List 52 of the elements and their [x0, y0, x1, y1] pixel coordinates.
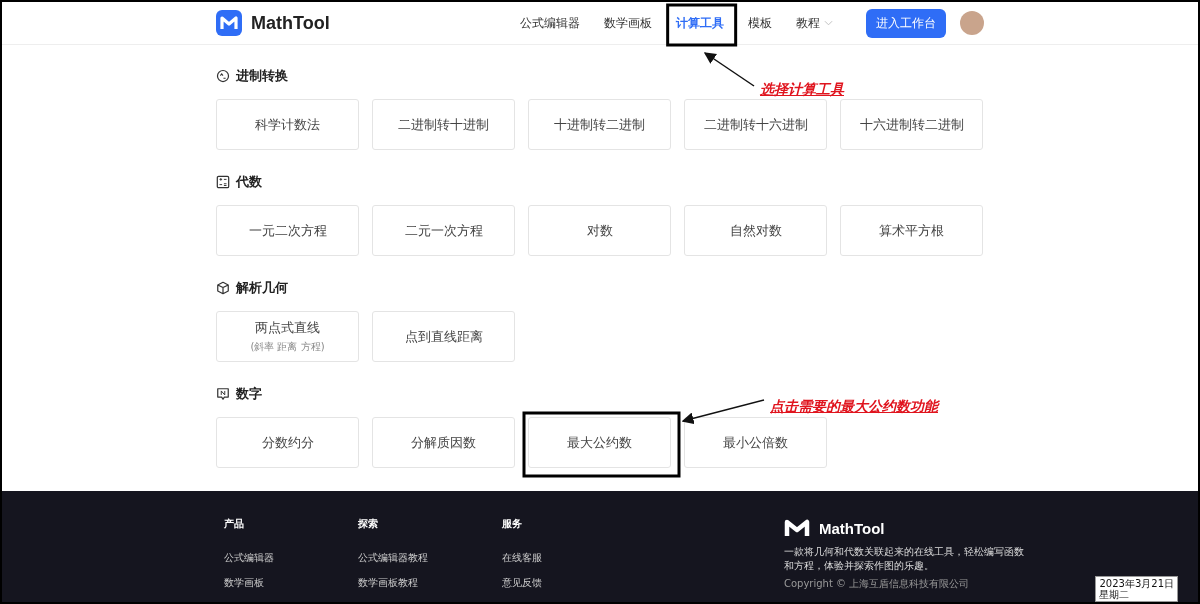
- tool-card[interactable]: 一元二次方程: [216, 205, 359, 256]
- logo-icon: [216, 10, 242, 36]
- footer-link[interactable]: 公式编辑器教程: [358, 551, 494, 565]
- section-title: 数字: [236, 385, 262, 403]
- caret-icon: [823, 20, 833, 26]
- calculator-icon: [216, 175, 230, 189]
- footer-link[interactable]: 意见反馈: [502, 576, 628, 590]
- tool-card[interactable]: 分数约分: [216, 417, 359, 468]
- chat-bubble-icon: [216, 387, 230, 401]
- nav-tab[interactable]: 计算工具: [675, 14, 724, 32]
- footer-heading: 探索: [358, 517, 379, 531]
- annotation-text: 选择计算工具: [760, 81, 844, 98]
- tool-card[interactable]: 科学计数法: [216, 99, 359, 150]
- copyright-text: Copyright © 上海互盾信息科技有限公司: [784, 577, 971, 591]
- footer-link[interactable]: 数学画板教程: [358, 576, 494, 590]
- footer-link[interactable]: 在线客服: [502, 551, 628, 565]
- tool-card[interactable]: 二进制转十六进制: [684, 99, 827, 150]
- footer-heading: 产品: [224, 517, 245, 531]
- workspace-button[interactable]: 进入工作台: [866, 8, 946, 38]
- tool-card[interactable]: 二进制转十进制: [372, 99, 515, 150]
- section-title: 解析几何: [236, 279, 288, 297]
- cube-icon: [216, 281, 230, 295]
- footer-heading: 服务: [502, 517, 523, 531]
- tool-card[interactable]: 十进制转二进制: [528, 99, 671, 150]
- nav-tab[interactable]: 数学画板: [603, 14, 652, 32]
- tool-card[interactable]: 点到直线距离: [372, 311, 515, 362]
- nav-tab[interactable]: 公式编辑器: [519, 14, 580, 32]
- brand-name: MathTool: [251, 12, 330, 34]
- tool-card[interactable]: 对数: [528, 205, 671, 256]
- footer-description: 一款将几何和代数关联起来的在线工具，轻松编写函数和方程，体验并探索作图的乐趣。: [784, 545, 1024, 573]
- annotation-text: 点击需要的最大公约数功能: [770, 398, 938, 415]
- avatar[interactable]: [960, 11, 984, 35]
- footer-link[interactable]: 数学画板: [224, 576, 350, 590]
- taskbar-clock[interactable]: 2023年3月21日 星期二: [1095, 576, 1178, 602]
- tool-card[interactable]: 最小公倍数: [684, 417, 827, 468]
- cycle-icon: [216, 69, 230, 83]
- nav-tab[interactable]: 模板: [747, 14, 772, 32]
- brand-name: MathTool: [819, 519, 885, 537]
- nav-tab[interactable]: 教程: [795, 14, 833, 32]
- tool-card[interactable]: 十六进制转二进制: [840, 99, 983, 150]
- tool-card[interactable]: 算术平方根: [840, 205, 983, 256]
- tool-card[interactable]: 两点式直线 (斜率 距离 方程): [216, 311, 359, 362]
- section-title: 代数: [236, 173, 262, 191]
- tool-card[interactable]: 分解质因数: [372, 417, 515, 468]
- tool-card[interactable]: 自然对数: [684, 205, 827, 256]
- tool-card[interactable]: 二元一次方程: [372, 205, 515, 256]
- footer-link[interactable]: 公式编辑器: [224, 551, 350, 565]
- highlight-frame: [666, 3, 738, 47]
- tool-card[interactable]: 最大公约数: [528, 417, 671, 468]
- logo-icon: [784, 517, 810, 539]
- section-title: 进制转换: [236, 67, 288, 85]
- arrow: [703, 52, 755, 87]
